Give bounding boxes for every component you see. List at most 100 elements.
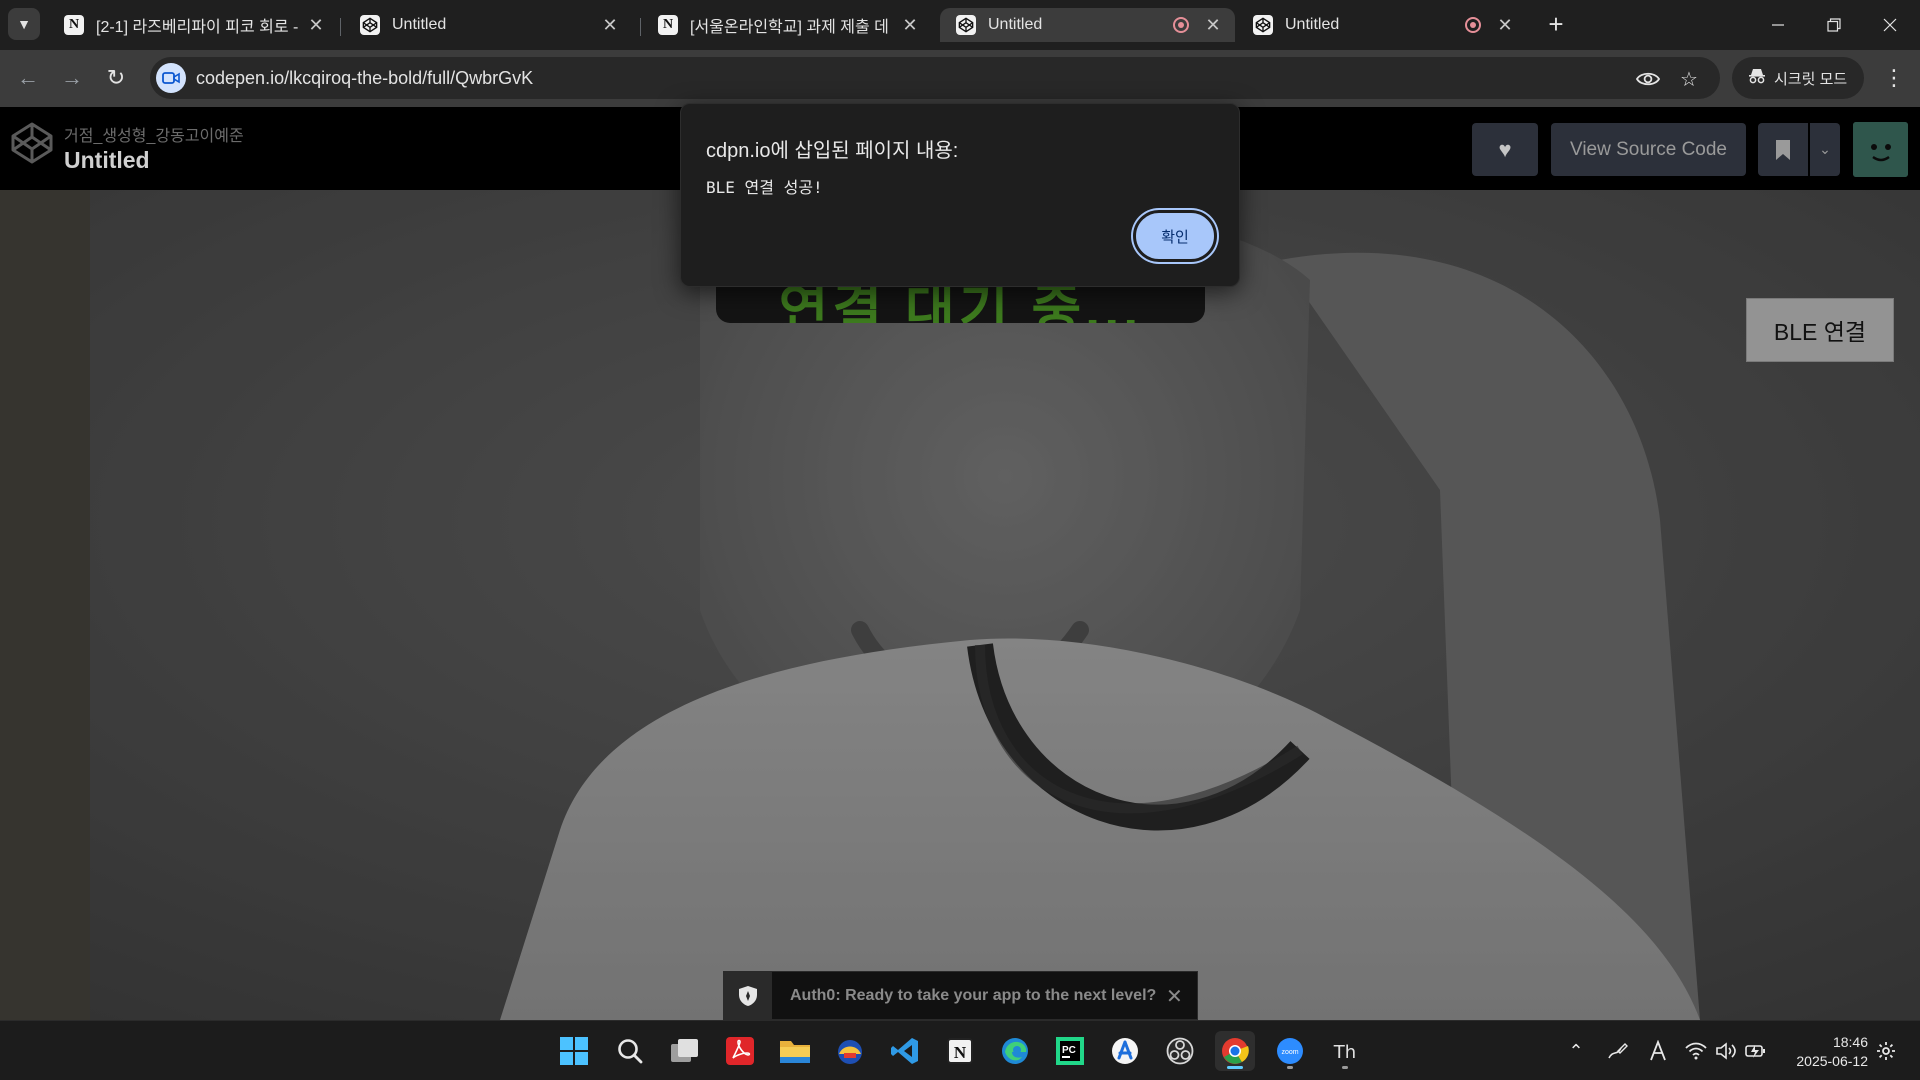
volume-icon[interactable] <box>1712 1035 1740 1067</box>
bookmark-button[interactable] <box>1758 123 1808 176</box>
acrobat-icon[interactable] <box>720 1031 760 1071</box>
codepen-favicon-icon <box>360 15 380 35</box>
arrow-right-icon: → <box>61 65 83 90</box>
dialog-title: cdpn.io에 삽입된 페이지 내용: <box>706 140 959 162</box>
chevron-down-icon: ⌄ <box>1819 141 1831 157</box>
browser-toolbar: ← → ↻ codepen.io/lkcqiroq-the-bold/full/… <box>0 50 1920 107</box>
system-clock[interactable]: 18:46 2025-06-12 <box>1782 1033 1868 1071</box>
svg-text:N: N <box>954 1043 967 1062</box>
close-icon <box>1883 18 1897 32</box>
incognito-indicator[interactable]: 시크릿 모드 <box>1732 57 1864 99</box>
restore-button[interactable] <box>1806 0 1862 50</box>
thonny-icon[interactable]: Th <box>1325 1031 1365 1071</box>
zoom-icon[interactable]: zoom <box>1270 1031 1310 1071</box>
svg-text:Th: Th <box>1333 1042 1356 1063</box>
notion-icon[interactable]: N <box>940 1031 980 1071</box>
clock-date: 2025-06-12 <box>1796 1053 1868 1069</box>
view-source-button[interactable]: View Source Code <box>1551 123 1746 176</box>
toast-close-icon[interactable]: ✕ <box>1166 984 1183 1009</box>
camera-permission-icon[interactable] <box>156 63 186 93</box>
task-view-icon[interactable] <box>665 1031 705 1071</box>
alert-dialog: cdpn.io에 삽입된 페이지 내용: BLE 연결 성공! 확인 <box>680 103 1240 287</box>
recording-indicator-icon <box>1465 17 1481 33</box>
notion-favicon-icon: N <box>658 15 678 35</box>
plus-icon: + <box>1548 8 1564 39</box>
minimize-icon <box>1772 24 1784 26</box>
chevron-up-icon[interactable]: ⌃ <box>1562 1035 1590 1067</box>
codepen-favicon-icon <box>956 15 976 35</box>
tab-close-icon[interactable]: ✕ <box>600 15 620 36</box>
tab-untitled-1[interactable]: Untitled ✕ <box>344 8 632 42</box>
tab-notion-pico[interactable]: N [2-1] 라즈베리파이 피코 회로 - ✕ <box>48 8 338 42</box>
reload-button[interactable]: ↻ <box>100 62 132 94</box>
app-store-icon[interactable] <box>1105 1031 1145 1071</box>
back-button[interactable]: ← <box>12 62 44 94</box>
svg-text:PC: PC <box>1062 1045 1076 1056</box>
chevron-down-icon: ▼ <box>17 16 31 32</box>
tab-title: Untitled <box>988 16 1043 33</box>
tab-untitled-active[interactable]: Untitled ✕ <box>940 8 1235 42</box>
running-app-indicator <box>1342 1066 1348 1069</box>
tab-strip: ▼ N [2-1] 라즈베리파이 피코 회로 - ✕ Untitled ✕ N … <box>0 0 1920 50</box>
new-tab-button[interactable]: + <box>1540 8 1572 40</box>
eye-icon[interactable] <box>1635 66 1661 92</box>
running-app-indicator <box>1287 1066 1293 1069</box>
active-app-indicator <box>1227 1066 1243 1069</box>
toast-message[interactable]: Auth0: Ready to take your app to the nex… <box>790 987 1156 1005</box>
app-icon[interactable] <box>830 1031 870 1071</box>
notification-settings-icon[interactable] <box>1872 1035 1900 1067</box>
tab-title: [2-1] 라즈베리파이 피코 회로 - <box>96 19 299 36</box>
file-explorer-icon[interactable] <box>775 1031 815 1071</box>
chrome-icon[interactable] <box>1215 1031 1255 1071</box>
battery-icon[interactable] <box>1742 1035 1770 1067</box>
more-vertical-icon: ⋮ <box>1883 65 1905 90</box>
tab-close-icon[interactable]: ✕ <box>1495 15 1515 36</box>
ble-connect-button[interactable]: BLE 연결 <box>1746 298 1894 362</box>
tab-title: [서울온라인학교] 과제 제출 데 <box>690 19 889 36</box>
tab-notion-assignment[interactable]: N [서울온라인학교] 과제 제출 데 ✕ <box>642 8 932 42</box>
close-window-button[interactable] <box>1862 0 1918 50</box>
codepen-logo-icon[interactable] <box>10 121 54 165</box>
bookmark-dropdown-button[interactable]: ⌄ <box>1810 123 1840 176</box>
tab-title: Untitled <box>392 16 447 33</box>
notion-favicon-icon: N <box>64 15 84 35</box>
tab-close-icon[interactable]: ✕ <box>1203 15 1223 36</box>
tab-close-icon[interactable]: ✕ <box>306 15 326 36</box>
search-icon[interactable] <box>610 1031 650 1071</box>
auth0-toast[interactable]: Auth0: Ready to take your app to the nex… <box>723 971 1198 1020</box>
bookmark-star-icon[interactable]: ☆ <box>1676 66 1702 92</box>
pen-input-icon[interactable] <box>1604 1035 1632 1067</box>
address-bar[interactable]: codepen.io/lkcqiroq-the-bold/full/QwbrGv… <box>150 57 1720 99</box>
vscode-icon[interactable] <box>885 1031 925 1071</box>
tab-separator <box>340 18 341 36</box>
incognito-label: 시크릿 모드 <box>1774 70 1848 88</box>
wifi-icon[interactable] <box>1682 1035 1710 1067</box>
avatar-face-icon <box>1853 122 1908 177</box>
clock-time: 18:46 <box>1832 1034 1868 1050</box>
pen-title: Untitled <box>64 147 150 173</box>
windows-taskbar: N PC zoom Th ⌃ 18:46 2025-06-12 <box>0 1020 1920 1080</box>
user-avatar[interactable] <box>1853 122 1908 177</box>
browser-menu-button[interactable]: ⋮ <box>1878 62 1910 94</box>
auth0-shield-icon <box>724 972 772 1019</box>
restore-icon <box>1827 18 1841 32</box>
codepen-favicon-icon <box>1253 15 1273 35</box>
pen-author[interactable]: 거점_생성형_강동고이예준 <box>64 122 244 146</box>
dialog-ok-button[interactable]: 확인 <box>1133 210 1217 262</box>
tab-title: Untitled <box>1285 16 1340 33</box>
reload-icon: ↻ <box>106 65 126 90</box>
like-button[interactable]: ♥ <box>1472 123 1538 176</box>
arrow-left-icon: ← <box>17 65 39 90</box>
tab-search-button[interactable]: ▼ <box>8 8 40 40</box>
tab-untitled-3[interactable]: Untitled ✕ <box>1237 8 1527 42</box>
tab-close-icon[interactable]: ✕ <box>900 15 920 36</box>
pycharm-icon[interactable]: PC <box>1050 1031 1090 1071</box>
forward-button[interactable]: → <box>56 62 88 94</box>
minimize-button[interactable] <box>1750 0 1806 50</box>
bookmark-icon <box>1776 139 1790 160</box>
ime-icon[interactable] <box>1644 1035 1672 1067</box>
obs-icon[interactable] <box>1160 1031 1200 1071</box>
edge-icon[interactable] <box>995 1031 1035 1071</box>
start-icon[interactable] <box>554 1031 594 1071</box>
url-text: codepen.io/lkcqiroq-the-bold/full/QwbrGv… <box>196 68 534 88</box>
